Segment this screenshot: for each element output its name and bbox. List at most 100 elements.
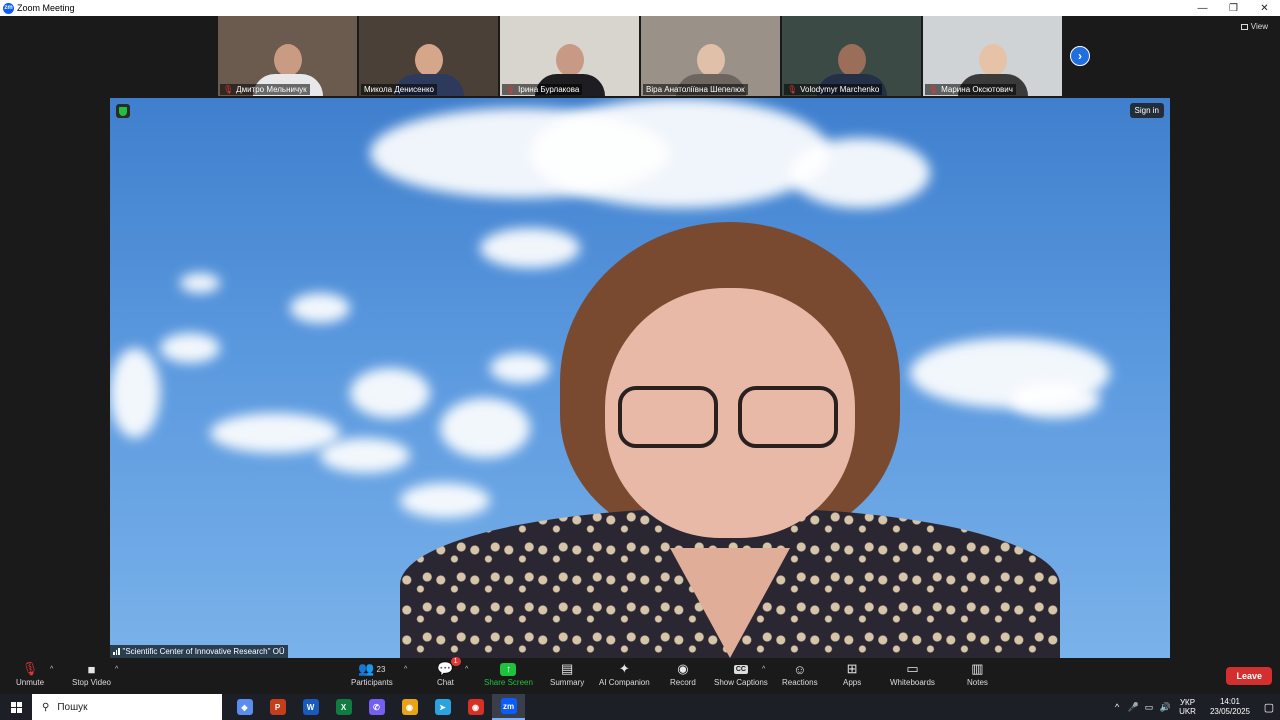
summary-button[interactable]: ▤ Summary	[550, 660, 584, 687]
whiteboards-button[interactable]: ▭ Whiteboards	[890, 660, 935, 687]
participant-name: Віра Анатоліївна Шепелюк	[646, 85, 745, 94]
participant-name-label: Микола Денисенко	[361, 84, 437, 95]
whiteboards-label: Whiteboards	[890, 678, 935, 687]
cloud	[320, 438, 410, 473]
cloud	[160, 333, 220, 363]
show-hidden-icons-icon[interactable]: ^	[1109, 702, 1125, 712]
chat-icon: 💬 1	[437, 657, 461, 678]
start-button[interactable]	[0, 694, 32, 720]
volume-icon[interactable]: 🔊	[1157, 702, 1173, 713]
clock[interactable]: 14:01 23/05/2025	[1210, 697, 1250, 717]
microphone-icon[interactable]: 🎤	[1125, 702, 1141, 713]
close-icon[interactable]: ✕	[1249, 0, 1280, 16]
video-camera-icon: ■	[87, 661, 96, 677]
record-button[interactable]: ◉ Record	[670, 660, 696, 687]
reactions-button[interactable]: ☺ Reactions	[782, 660, 818, 688]
participant-tile[interactable]: Микола Денисенко	[359, 16, 498, 96]
share-screen-button[interactable]: ↑ Share Screen	[484, 660, 533, 687]
excel-taskbar-icon[interactable]: X	[327, 694, 360, 720]
taskbar-search[interactable]: ⚲ Пошук	[32, 694, 222, 720]
chrome-profile-taskbar-icon[interactable]: ◉	[459, 694, 492, 720]
muted-mic-icon: 🎙	[223, 85, 234, 94]
participants-button[interactable]: 👥 23 Participants	[351, 660, 393, 687]
video-options-caret-icon[interactable]: ^	[115, 666, 118, 673]
telegram-taskbar-icon[interactable]: ➤	[426, 694, 459, 720]
captions-options-caret-icon[interactable]: ^	[762, 666, 765, 673]
participant-tile[interactable]: Віра Анатоліївна Шепелюк	[641, 16, 780, 96]
copilot-taskbar-icon[interactable]: ◈	[228, 694, 261, 720]
language-indicator[interactable]: УКР UKR	[1179, 698, 1196, 716]
participant-name: Volodymyr Marchenko	[800, 85, 880, 94]
share-screen-icon: ↑	[500, 663, 517, 676]
next-page-arrow-icon[interactable]: ›	[1070, 46, 1090, 66]
leave-button[interactable]: Leave	[1226, 667, 1272, 685]
clock-time: 14:01	[1219, 697, 1240, 706]
zoom-logo-icon: zm	[3, 2, 14, 14]
search-icon: ⚲	[42, 701, 50, 713]
ai-companion-button[interactable]: ✦ AI Companion	[599, 660, 650, 687]
encryption-shield-icon[interactable]	[116, 104, 130, 118]
stop-video-button[interactable]: ■ Stop Video	[72, 660, 111, 688]
unmute-button[interactable]: 🎙 Unmute	[16, 660, 44, 687]
word-taskbar-icon[interactable]: W	[294, 694, 327, 720]
view-button[interactable]: View	[1240, 22, 1268, 31]
window-title: Zoom Meeting	[17, 3, 75, 13]
viber-taskbar-icon[interactable]: ✆	[360, 694, 393, 720]
lang-top: УКР	[1179, 698, 1196, 707]
show-captions-label: Show Captions	[714, 678, 768, 687]
notifications-icon[interactable]: ▢	[1258, 694, 1280, 720]
search-placeholder: Пошук	[57, 701, 88, 713]
zoom-taskbar-icon[interactable]: zm	[492, 694, 525, 720]
network-icon[interactable]: ▭	[1141, 702, 1157, 713]
cloud	[180, 273, 220, 293]
notes-button[interactable]: ▥ Notes	[967, 660, 988, 687]
meeting-area: View 🎙 Дмитро Мельничук Микола Денисенко 🎙 І…	[0, 16, 1280, 658]
notes-icon: ▥	[971, 661, 984, 676]
summary-label: Summary	[550, 678, 585, 687]
participant-name: Дмитро Мельничук	[236, 85, 307, 94]
show-captions-button[interactable]: CC Show Captions	[714, 660, 768, 687]
apps-button[interactable]: ⊞ Apps	[843, 660, 861, 687]
participant-tile[interactable]: 🎙 Ірина Бурлакова	[500, 16, 639, 96]
muted-mic-icon: 🎙	[505, 85, 516, 94]
participant-name: Ірина Бурлакова	[518, 85, 580, 94]
windows-logo-icon	[10, 701, 22, 713]
cloud	[790, 138, 930, 208]
participant-tile[interactable]: 🎙 Volodymyr Marchenko	[782, 16, 921, 96]
participant-name-label: 🎙 Дмитро Мельничук	[220, 84, 310, 95]
chat-button[interactable]: 💬 1 Chat	[437, 657, 461, 687]
sign-in-button[interactable]: Sign in	[1129, 103, 1164, 118]
cloud	[290, 293, 350, 323]
participant-name-label: 🎙 Марина Оксютович	[925, 84, 1016, 95]
participant-name-label: 🎙 Ірина Бурлакова	[502, 84, 583, 95]
minimize-icon[interactable]: —	[1187, 0, 1218, 16]
closed-captions-icon: CC	[733, 664, 748, 674]
participants-options-caret-icon[interactable]: ^	[404, 666, 407, 673]
participants-count: 23	[376, 664, 386, 674]
participant-tile[interactable]: 🎙 Марина Оксютович	[923, 16, 1062, 96]
muted-mic-icon: 🎙	[787, 85, 798, 94]
restore-icon[interactable]: ❐	[1218, 0, 1249, 16]
participant-tile[interactable]: 🎙 Дмитро Мельничук	[218, 16, 357, 96]
signal-bars-icon	[113, 648, 120, 655]
powerpoint-taskbar-icon[interactable]: P	[261, 694, 294, 720]
clock-date: 23/05/2025	[1209, 707, 1250, 716]
active-speaker-video: Sign in "Scientific Center of Innovative…	[110, 98, 1170, 658]
glasses-lens	[738, 386, 838, 448]
reactions-label: Reactions	[782, 678, 818, 687]
speaker-glasses	[618, 386, 842, 456]
view-label: View	[1250, 22, 1268, 31]
window-titlebar: zm Zoom Meeting — ❐ ✕	[0, 0, 1280, 16]
participants-label: Participants	[351, 678, 393, 687]
chrome-taskbar-icon[interactable]: ◉	[393, 694, 426, 720]
taskbar-apps: ◈ P W X ✆ ◉ ➤ ◉ zm	[228, 694, 525, 720]
record-label: Record	[670, 678, 696, 687]
lang-bottom: UKR	[1179, 707, 1196, 716]
chat-options-caret-icon[interactable]: ^	[465, 666, 468, 673]
audio-options-caret-icon[interactable]: ^	[50, 666, 53, 673]
share-screen-label: Share Screen	[484, 678, 533, 687]
grid-view-icon	[1240, 23, 1248, 30]
ai-companion-label: AI Companion	[599, 678, 650, 687]
speaker-name-label: "Scientific Center of Innovative Researc…	[110, 645, 288, 658]
chat-label: Chat	[437, 678, 454, 687]
